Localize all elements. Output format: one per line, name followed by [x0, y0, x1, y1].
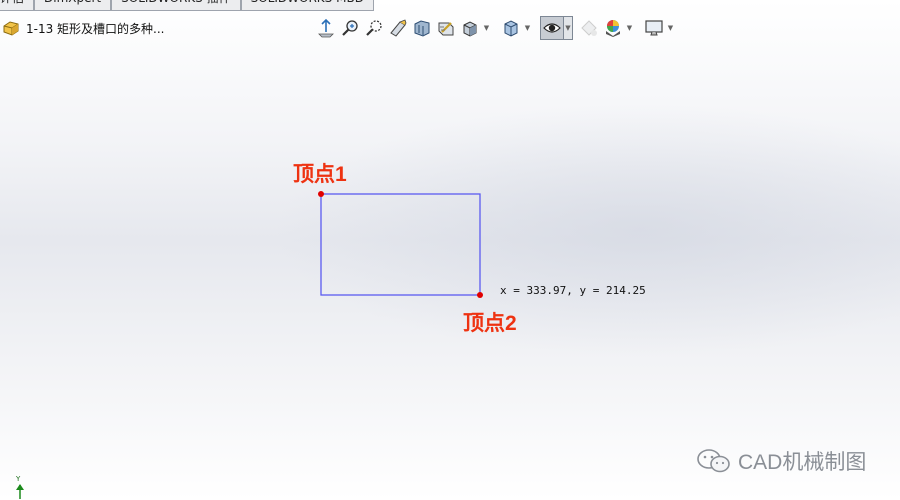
sketch-point-vertex2[interactable] — [477, 292, 483, 298]
reference-triad: Y — [13, 475, 27, 499]
watermark: CAD机械制图 — [696, 446, 866, 476]
wechat-logo-icon — [697, 449, 730, 473]
cursor-coordinate-readout: x = 333.97, y = 214.25 — [500, 284, 646, 297]
graphics-area[interactable] — [0, 0, 900, 500]
vertex2-callout: 顶点2 — [463, 312, 517, 335]
sketch-rectangle[interactable] — [320, 193, 481, 296]
watermark-text: CAD机械制图 — [738, 451, 867, 474]
sketch-point-vertex1[interactable] — [318, 191, 324, 197]
vertex1-callout: 顶点1 — [293, 163, 347, 186]
y-axis-arrow-icon — [16, 484, 24, 499]
